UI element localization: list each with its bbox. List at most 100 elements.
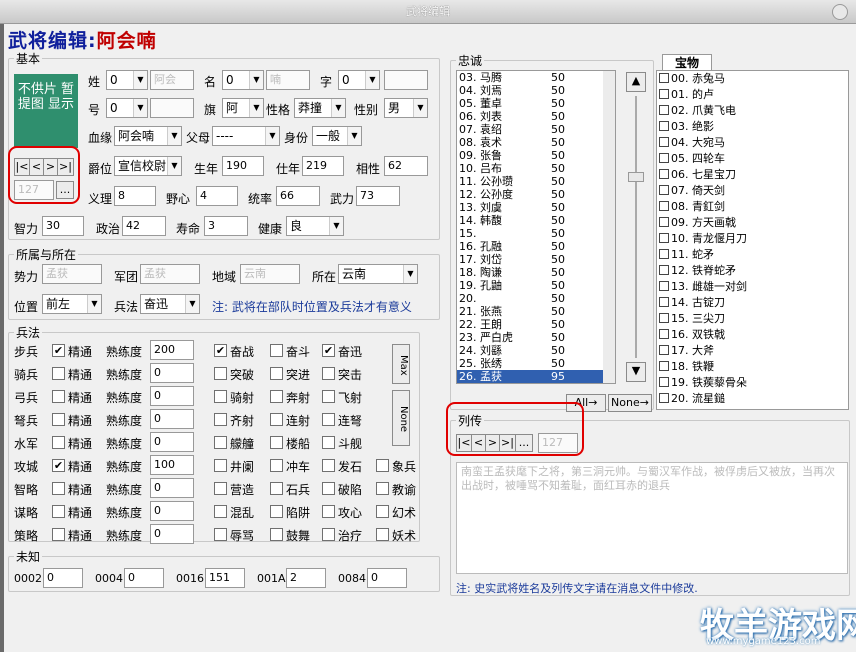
list-item[interactable]: 23. 严白虎 50 [457, 331, 615, 344]
diyu-field[interactable]: 云南 [240, 264, 300, 284]
skill-checkbox[interactable] [270, 459, 283, 472]
skill-checkbox[interactable] [322, 528, 335, 541]
weizhi-select[interactable]: 前左 ▼ [42, 294, 102, 314]
treasure-checkbox[interactable] [659, 153, 669, 163]
skill-checkbox[interactable] [376, 505, 389, 518]
treasure-checkbox[interactable] [659, 89, 669, 99]
up-arrow-icon[interactable]: ▲ [626, 72, 646, 92]
list-item[interactable]: 06. 刘表 50 [457, 110, 615, 123]
skill-checkbox[interactable]: ✔ [214, 344, 227, 357]
treasure-checkbox[interactable] [659, 201, 669, 211]
proficiency-field[interactable]: 0 [150, 432, 194, 452]
treasure-checkbox[interactable] [659, 377, 669, 387]
treasure-item[interactable]: 13. 雌雄一对剑 [657, 279, 848, 295]
skill-checkbox[interactable] [214, 436, 227, 449]
treasure-item[interactable]: 07. 倚天剑 [657, 183, 848, 199]
unknown-field[interactable]: 0 [367, 568, 407, 588]
treasure-checkbox[interactable] [659, 217, 669, 227]
shinian-field[interactable]: 219 [302, 156, 344, 176]
xing-field[interactable]: 阿会 [150, 70, 194, 90]
skill-checkbox[interactable] [322, 459, 335, 472]
treasure-item[interactable]: 05. 四轮车 [657, 151, 848, 167]
treasure-item[interactable]: 20. 流星鎚 [657, 391, 848, 407]
proficiency-field[interactable]: 100 [150, 455, 194, 475]
proficiency-field[interactable]: 200 [150, 340, 194, 360]
treasure-checkbox[interactable] [659, 105, 669, 115]
treasure-item[interactable]: 01. 的卢 [657, 87, 848, 103]
list-item[interactable]: 05. 董卓 50 [457, 97, 615, 110]
master-checkbox[interactable] [52, 436, 65, 449]
master-checkbox[interactable] [52, 390, 65, 403]
treasure-checkbox[interactable] [659, 281, 669, 291]
zi-select[interactable]: 0 ▼ [338, 70, 380, 90]
hao-select[interactable]: 0 ▼ [106, 98, 148, 118]
loyalty-list-scrollbar[interactable] [603, 71, 615, 383]
master-checkbox[interactable]: ✔ [52, 344, 65, 357]
unknown-field[interactable]: 0 [43, 568, 83, 588]
none-button[interactable]: None [392, 390, 410, 446]
master-checkbox[interactable] [52, 413, 65, 426]
treasure-checkbox[interactable] [659, 137, 669, 147]
treasure-item[interactable]: 16. 双铁戟 [657, 327, 848, 343]
treasure-checkbox[interactable] [659, 345, 669, 355]
skill-checkbox[interactable] [270, 436, 283, 449]
unknown-field[interactable]: 0 [124, 568, 164, 588]
list-item[interactable]: 09. 张鲁 50 [457, 149, 615, 162]
skill-checkbox[interactable] [270, 390, 283, 403]
skill-checkbox[interactable] [270, 505, 283, 518]
xing-select[interactable]: 0 ▼ [106, 70, 148, 90]
list-item[interactable]: 08. 袁术 50 [457, 136, 615, 149]
skill-checkbox[interactable] [270, 528, 283, 541]
skill-checkbox[interactable] [376, 528, 389, 541]
skill-checkbox[interactable] [214, 505, 227, 518]
skill-checkbox[interactable] [322, 367, 335, 380]
yexin-field[interactable]: 4 [196, 186, 238, 206]
skill-checkbox[interactable] [322, 390, 335, 403]
list-item[interactable]: 20. 50 [457, 292, 615, 305]
list-item[interactable]: 07. 袁绍 50 [457, 123, 615, 136]
list-item[interactable]: 10. 吕布 50 [457, 162, 615, 175]
treasure-item[interactable]: 03. 绝影 [657, 119, 848, 135]
zhili-field[interactable]: 30 [42, 216, 84, 236]
slider-thumb[interactable] [628, 172, 644, 182]
zhengzhi-field[interactable]: 42 [122, 216, 166, 236]
skill-checkbox[interactable] [214, 367, 227, 380]
list-item[interactable]: 22. 王朗 50 [457, 318, 615, 331]
master-checkbox[interactable] [52, 505, 65, 518]
list-item[interactable]: 21. 张燕 50 [457, 305, 615, 318]
skill-checkbox[interactable] [376, 459, 389, 472]
jue-select[interactable]: 宣信校尉 ▼ [114, 156, 182, 176]
master-checkbox[interactable] [52, 482, 65, 495]
treasure-item[interactable]: 09. 方天画戟 [657, 215, 848, 231]
tab-treasure[interactable]: 宝物 [662, 54, 712, 71]
master-checkbox[interactable] [52, 367, 65, 380]
treasure-item[interactable]: 08. 青釭剑 [657, 199, 848, 215]
treasure-checkbox[interactable] [659, 73, 669, 83]
skill-checkbox[interactable] [322, 482, 335, 495]
list-item[interactable]: 14. 韩馥 50 [457, 214, 615, 227]
skill-checkbox[interactable] [214, 482, 227, 495]
hao-field[interactable] [150, 98, 194, 118]
treasure-item[interactable]: 04. 大宛马 [657, 135, 848, 151]
yili-field[interactable]: 8 [114, 186, 156, 206]
jiankang-select[interactable]: 良 ▼ [286, 216, 344, 236]
shengnian-field[interactable]: 190 [222, 156, 264, 176]
treasure-item[interactable]: 15. 三尖刀 [657, 311, 848, 327]
list-item[interactable]: 16. 孔融 50 [457, 240, 615, 253]
xingge-select[interactable]: 莽撞 ▼ [294, 98, 346, 118]
xingbie-select[interactable]: 男 ▼ [384, 98, 428, 118]
zi-field[interactable] [384, 70, 428, 90]
master-checkbox[interactable] [52, 528, 65, 541]
skill-checkbox[interactable] [322, 413, 335, 426]
tongshuai-field[interactable]: 66 [276, 186, 320, 206]
skill-checkbox[interactable] [322, 436, 335, 449]
loyalty-slider[interactable]: ▲ ▼ [626, 72, 646, 382]
ming-select[interactable]: 0 ▼ [222, 70, 264, 90]
skill-checkbox[interactable] [214, 528, 227, 541]
treasure-checkbox[interactable] [659, 121, 669, 131]
list-item[interactable]: 26. 孟获 95 [457, 370, 615, 383]
fumu-select[interactable]: ---- ▼ [212, 126, 280, 146]
skill-checkbox[interactable] [214, 459, 227, 472]
treasure-checkbox[interactable] [659, 169, 669, 179]
proficiency-field[interactable]: 0 [150, 478, 194, 498]
